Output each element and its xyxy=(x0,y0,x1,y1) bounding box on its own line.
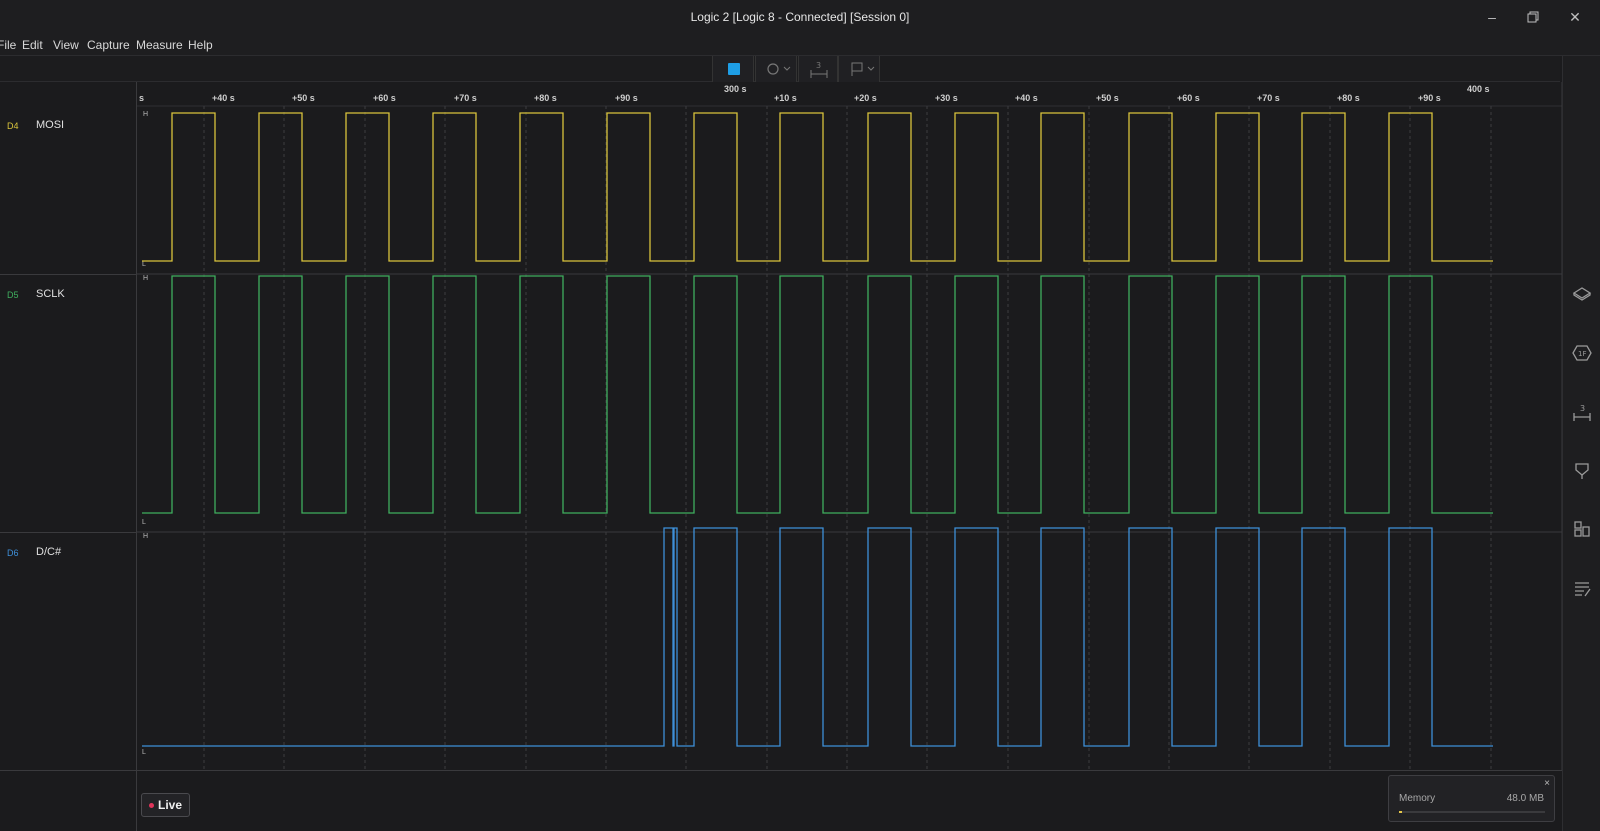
time-tick-label: +50 s xyxy=(292,93,315,103)
time-tick-label: +80 s xyxy=(534,93,557,103)
analyzers-icon[interactable] xyxy=(1571,282,1593,304)
minimize-icon[interactable]: – xyxy=(1481,6,1503,28)
waveform-mosi xyxy=(142,112,1493,262)
channel-number: D5 xyxy=(7,290,19,300)
timing-marker-icon[interactable]: 3 xyxy=(1571,402,1593,424)
svg-text:3: 3 xyxy=(816,61,821,70)
time-tick-label: +50 s xyxy=(1096,93,1119,103)
menu-edit[interactable]: Edit xyxy=(22,38,43,52)
live-button[interactable]: Live xyxy=(141,793,190,817)
log-icon[interactable] xyxy=(1571,577,1593,599)
time-major-label: 400 s xyxy=(1467,84,1490,94)
time-tick-label: s xyxy=(139,93,144,103)
channel-number: D6 xyxy=(7,548,19,558)
time-tick-label: +90 s xyxy=(1418,93,1441,103)
stop-icon xyxy=(728,63,740,75)
memory-usage-fill xyxy=(1399,811,1402,813)
svg-text:3: 3 xyxy=(1580,404,1585,413)
time-tick-label: +40 s xyxy=(1015,93,1038,103)
window-title: Logic 2 [Logic 8 - Connected] [Session 0… xyxy=(690,10,910,24)
channel-row-sclk[interactable]: D5 SCLK xyxy=(0,274,137,532)
live-label: Live xyxy=(157,798,182,812)
measure-button[interactable]: 3 xyxy=(798,56,838,82)
right-sidebar: 1F 3 xyxy=(1562,56,1600,831)
stop-capture-button[interactable] xyxy=(712,56,754,82)
waveform-dc xyxy=(142,527,1493,747)
bottom-panel: Live xyxy=(0,770,1562,831)
time-tick-label: +40 s xyxy=(212,93,235,103)
high-level-label: H xyxy=(143,275,148,282)
capture-toolbar: 3 xyxy=(0,56,1560,82)
time-tick-label: +90 s xyxy=(615,93,638,103)
time-tick-label: +30 s xyxy=(935,93,958,103)
channel-name: D/C# xyxy=(36,546,62,558)
waveform-sclk xyxy=(142,275,1493,514)
extensions-icon[interactable] xyxy=(1571,518,1593,540)
time-tick-label: +10 s xyxy=(774,93,797,103)
low-level-label: L xyxy=(142,261,146,268)
time-tick-label: +60 s xyxy=(373,93,396,103)
low-level-label: L xyxy=(142,749,146,756)
channel-name: MOSI xyxy=(36,119,65,131)
marker-button[interactable] xyxy=(838,56,880,82)
time-tick-label: +20 s xyxy=(854,93,877,103)
title-bar: Logic 2 [Logic 8 - Connected] [Session 0… xyxy=(0,0,1600,34)
waveform-view[interactable]: s +40 s +50 s +60 s +70 s +80 s +90 s +10 s +20 … xyxy=(137,82,1562,770)
live-indicator-dot xyxy=(148,803,154,809)
trigger-icon xyxy=(767,63,791,75)
channel-name: SCLK xyxy=(36,288,65,300)
svg-text:1F: 1F xyxy=(1578,350,1586,358)
time-tick-label: +60 s xyxy=(1177,93,1200,103)
time-tick-label: +80 s xyxy=(1337,93,1360,103)
memory-widget: × Memory 48.0 MB xyxy=(1388,775,1555,822)
high-level-label: H xyxy=(143,111,148,118)
memory-label: Memory xyxy=(1399,793,1436,804)
channel-row-mosi[interactable]: D4 MOSI xyxy=(0,82,137,274)
menu-help[interactable]: Help xyxy=(188,38,213,52)
marker-icon xyxy=(851,62,875,76)
trigger-button[interactable] xyxy=(755,56,797,82)
divider xyxy=(136,771,137,831)
time-major-label: 300 s xyxy=(724,84,747,94)
notes-icon[interactable] xyxy=(1571,459,1593,481)
channel-number: D4 xyxy=(7,121,19,131)
close-icon[interactable]: ✕ xyxy=(1564,6,1586,28)
measure-icon: 3 xyxy=(810,61,828,78)
menu-view[interactable]: View xyxy=(53,38,79,52)
hex-display-icon[interactable]: 1F xyxy=(1571,342,1593,364)
memory-close-icon[interactable]: × xyxy=(1544,778,1550,789)
menu-capture[interactable]: Capture xyxy=(87,38,130,52)
channel-row-dc[interactable]: D6 D/C# xyxy=(0,532,137,770)
high-level-label: H xyxy=(143,533,148,540)
menu-bar: File Edit View Capture Measure Help xyxy=(0,34,1600,56)
time-tick-label: +70 s xyxy=(1257,93,1280,103)
time-tick-label: +70 s xyxy=(454,93,477,103)
low-level-label: L xyxy=(142,519,146,526)
memory-value: 48.0 MB xyxy=(1506,793,1544,804)
menu-file[interactable]: File xyxy=(0,38,16,52)
memory-usage-bar xyxy=(1399,811,1545,813)
menu-measure[interactable]: Measure xyxy=(136,38,183,52)
channel-label-panel: D4 MOSI D5 SCLK D6 D/C# xyxy=(0,82,137,770)
restore-icon[interactable] xyxy=(1522,6,1544,28)
